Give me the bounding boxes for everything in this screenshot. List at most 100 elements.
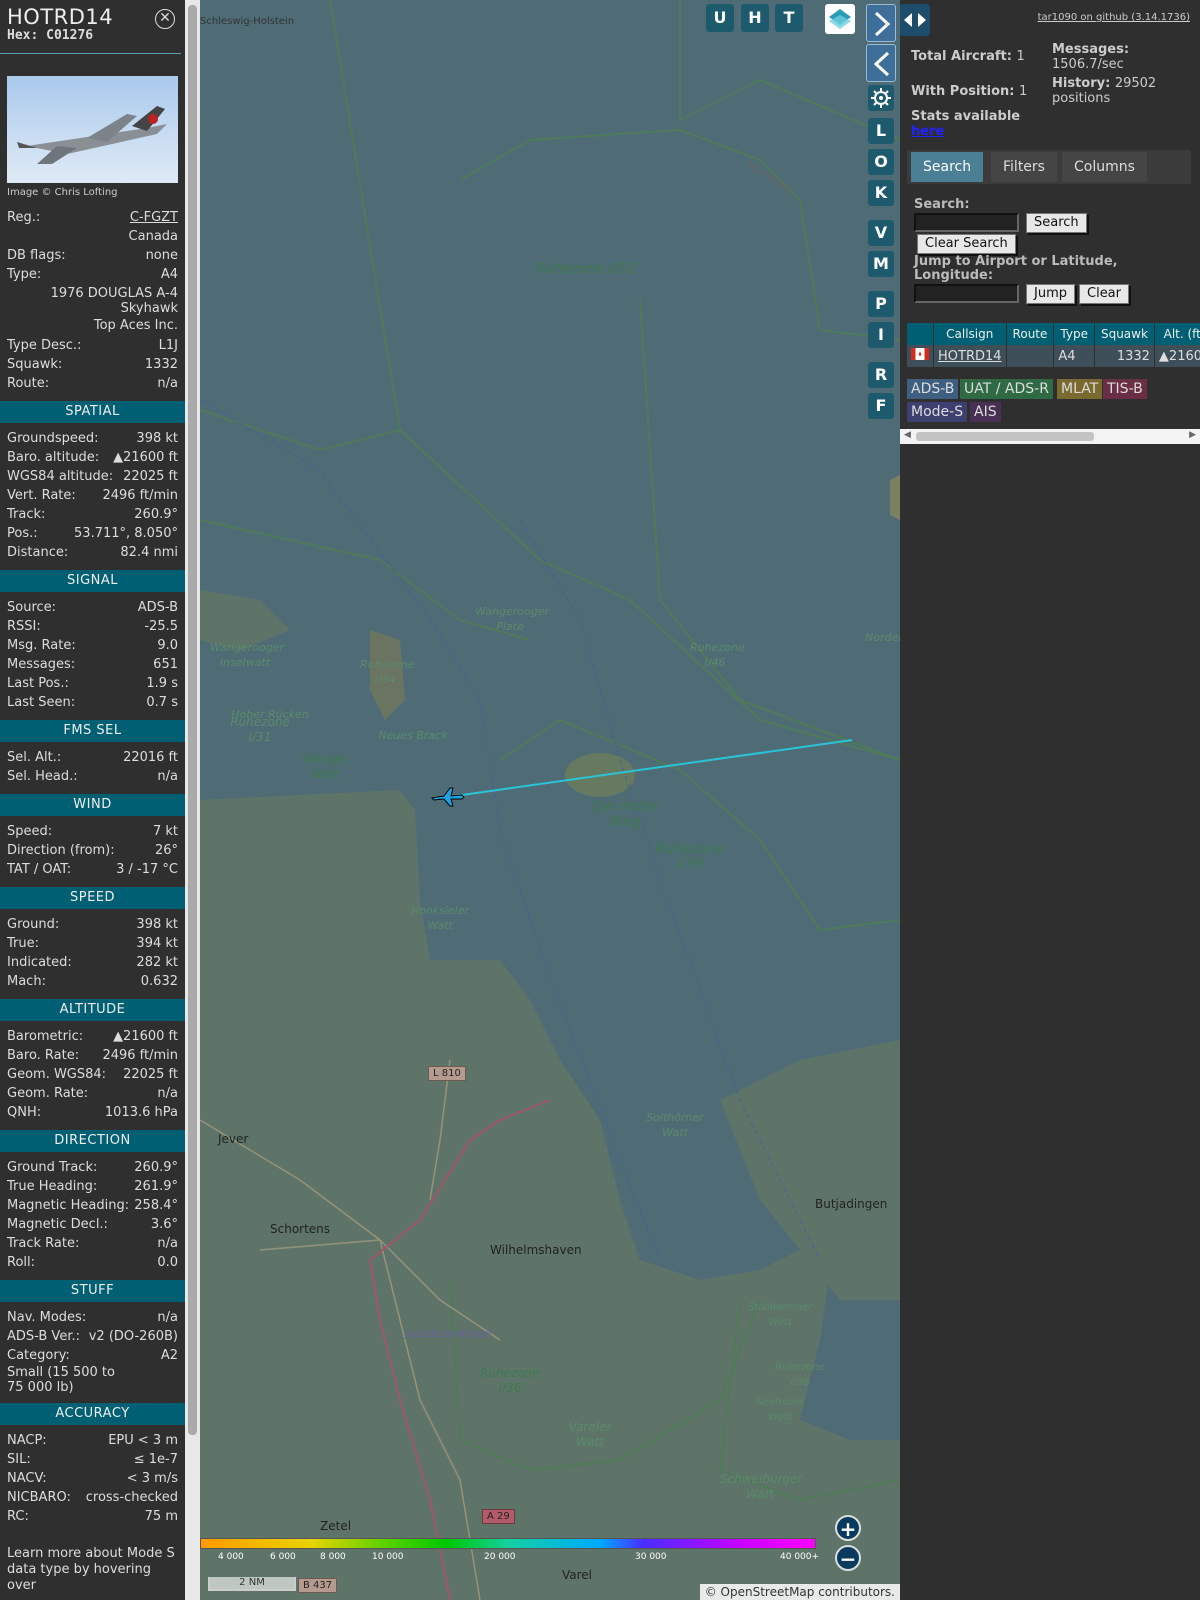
map-button-m[interactable]: M (868, 251, 894, 277)
col-type[interactable]: Type (1053, 323, 1095, 345)
typedesc-value: L1J (158, 338, 178, 353)
map-label-zetel: Zetel (320, 1519, 352, 1533)
altitude-row: Geom. Rate: n/a (0, 1084, 185, 1103)
table-horizontal-scrollbar[interactable]: ◀ ▶ (900, 429, 1200, 444)
search-input[interactable] (914, 213, 1019, 232)
spatial-value: 22025 ft (123, 469, 178, 484)
map-button-r[interactable]: R (868, 362, 894, 388)
zoom-in-button[interactable]: + (835, 1515, 861, 1541)
col-callsign[interactable]: Callsign (933, 323, 1007, 345)
col-altitude[interactable]: Alt. (ft) (1154, 323, 1200, 345)
accuracy-label: NACP: (7, 1433, 47, 1448)
map-label-schortens: Schortens (270, 1222, 331, 1236)
row-route (1006, 345, 1055, 367)
registration-link[interactable]: C-FGZT (130, 208, 178, 227)
map-button-f[interactable]: F (868, 393, 894, 419)
stuff-value: n/a (157, 1310, 178, 1325)
map-button-t[interactable]: T (775, 4, 803, 32)
expand-right-button[interactable] (866, 4, 896, 42)
map-button-u[interactable]: U (706, 4, 734, 32)
map-button-i[interactable]: I (868, 322, 894, 348)
stuff-row: Nav. Modes: n/a (0, 1308, 185, 1327)
jump-button[interactable]: Jump (1026, 284, 1075, 304)
altitude-value: n/a (157, 1086, 178, 1101)
signal-value: 651 (153, 657, 178, 672)
road-label-b437: B 437 (298, 1578, 338, 1593)
clear-search-button[interactable]: Clear Search (917, 234, 1016, 254)
speed-value: 0.632 (140, 974, 178, 989)
with-position: With Position: 1 (911, 84, 1027, 99)
collapse-left-button[interactable] (866, 44, 896, 82)
signal-row: Last Seen: 0.7 s (0, 693, 185, 712)
wind-value: 26° (154, 843, 178, 858)
altitude-value: 22025 ft (123, 1067, 178, 1082)
map[interactable]: Ruhezone I/52 Hamburg Wangerooger Plate … (200, 0, 900, 1600)
map-label-wanger-watt: Wanger Watt (301, 752, 349, 781)
zoom-out-button[interactable]: − (835, 1545, 861, 1571)
section-accuracy: ACCURACY (0, 1403, 185, 1425)
row-callsign[interactable]: HOTRD14 (933, 345, 1007, 367)
jump-input[interactable] (914, 284, 1019, 303)
map-label-ruhezone-i31: Ruhezone I/31 (230, 715, 290, 744)
map-button-l[interactable]: L (868, 118, 894, 144)
table-row[interactable]: HOTRD14 A4 1332 ▲21600 (907, 345, 1200, 367)
col-squawk[interactable]: Squawk (1094, 323, 1155, 345)
settings-button[interactable] (868, 85, 894, 111)
category-desc: Small (15 500 to 75 000 lb) (7, 1365, 115, 1395)
map-button-o[interactable]: O (868, 149, 894, 175)
tab-filters[interactable]: Filters (991, 152, 1057, 182)
close-icon[interactable]: ✕ (155, 9, 175, 29)
col-flag[interactable] (907, 323, 934, 345)
spatial-label: Vert. Rate: (7, 488, 76, 503)
road-label-l810: L 810 (428, 1066, 466, 1081)
clear-button[interactable]: Clear (1079, 284, 1129, 304)
layers-button[interactable] (825, 4, 855, 34)
map-label-neues-brack: Neues Brack (378, 729, 448, 742)
signal-label: Msg. Rate: (7, 638, 76, 653)
spatial-row: Groundspeed: 398 kt (0, 429, 185, 448)
map-attribution[interactable]: © OpenStreetMap contributors. (699, 1584, 900, 1600)
signal-rows: Source: ADS-B RSSI: -25.5 Msg. Rate: 9.0 Messa… (0, 598, 185, 712)
map-button-k[interactable]: K (868, 180, 894, 206)
speed-label: Mach: (7, 974, 46, 989)
source-modes: Mode-S (907, 402, 968, 422)
col-route[interactable]: Route (1006, 323, 1055, 345)
section-altitude: ALTITUDE (0, 999, 185, 1021)
altitude-rows: Barometric: ▲21600 ft Baro. Rate: 2496 ft/m… (0, 1027, 185, 1122)
map-button-h[interactable]: H (741, 4, 769, 32)
wind-row: Speed: 7 kt (0, 822, 185, 841)
stats-link[interactable]: here (911, 124, 944, 139)
tab-columns[interactable]: Columns (1062, 152, 1147, 182)
tab-search[interactable]: Search (911, 152, 984, 182)
aircraft-marker-icon[interactable] (430, 786, 466, 808)
altitude-row: Baro. Rate: 2496 ft/min (0, 1046, 185, 1065)
total-aircraft: Total Aircraft: 1 (911, 49, 1025, 64)
search-button[interactable]: Search (1026, 213, 1087, 233)
altitude-value: 2496 ft/min (102, 1048, 178, 1063)
map-button-v[interactable]: V (868, 220, 894, 246)
map-label-hooksieler-watt: Hooksieler Watt (410, 904, 469, 932)
signal-value: 1.9 s (146, 676, 178, 691)
map-label-jever: Jever (218, 1132, 249, 1146)
info-scrollbar[interactable] (185, 0, 200, 1600)
spatial-label: Baro. altitude: (7, 450, 100, 465)
scroll-left-icon[interactable]: ◀ (904, 430, 911, 440)
map-button-p[interactable]: P (868, 291, 894, 317)
operator: Top Aces Inc. (93, 318, 178, 333)
colorbar-tick: 4 000 (218, 1552, 244, 1562)
info-scrollbar-thumb[interactable] (188, 5, 197, 1435)
spatial-row: Track: 260.9° (0, 505, 185, 524)
spatial-label: Track: (7, 507, 46, 522)
toggle-sidebar-button[interactable] (900, 4, 930, 36)
map-label-jadeweser-airport: JadeWeserAirport (405, 1329, 493, 1340)
github-link[interactable]: tar1090 on github (3.14.1736) (1038, 12, 1190, 23)
accuracy-value: cross-checked (85, 1490, 178, 1505)
reg-row: Reg.: C-FGZT (0, 208, 185, 227)
aircraft-photo[interactable] (7, 76, 178, 183)
stuff-row: Category: A2 (0, 1346, 185, 1365)
scroll-right-icon[interactable]: ▶ (1189, 430, 1196, 440)
direction-label: Roll: (7, 1255, 36, 1270)
accuracy-value: < 3 m/s (126, 1471, 178, 1486)
table-scrollbar-thumb[interactable] (916, 432, 1094, 441)
spatial-label: WGS84 altitude: (7, 469, 114, 484)
